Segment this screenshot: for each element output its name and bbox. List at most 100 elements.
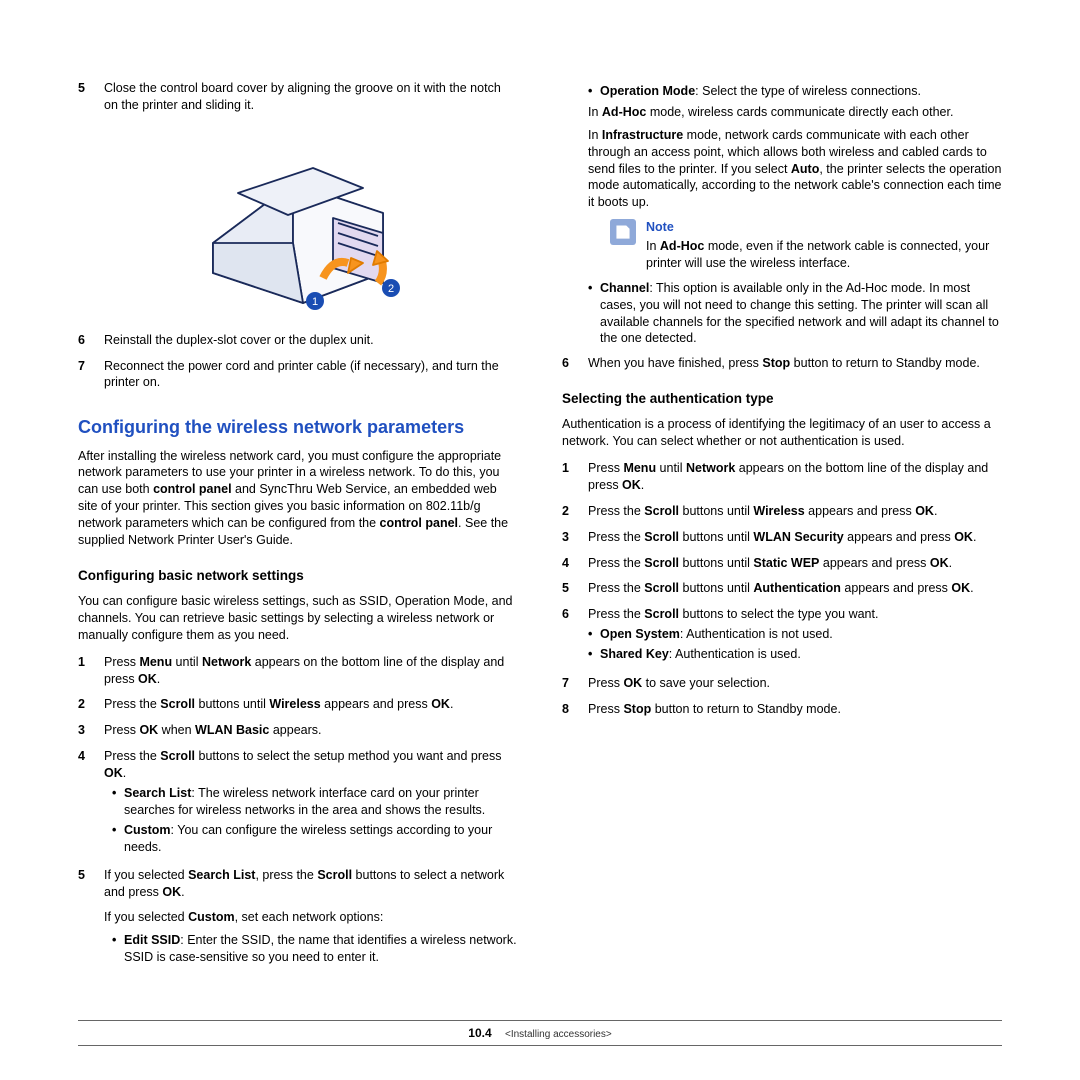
section-intro: After installing the wireless network ca… bbox=[78, 448, 518, 549]
b: Shared Key bbox=[600, 647, 669, 661]
t: buttons to select the type you want. bbox=[679, 607, 878, 621]
bullet-dot-icon: • bbox=[588, 280, 600, 348]
bullet-dot-icon: • bbox=[588, 646, 600, 663]
auth-step-6: 6 Press the Scroll buttons to select the… bbox=[562, 606, 1002, 666]
b: Search List bbox=[124, 786, 191, 800]
step-7: 7 Reconnect the power cord and printer c… bbox=[78, 358, 518, 392]
b: OK bbox=[139, 723, 158, 737]
step-5: 5 Close the control board cover by align… bbox=[78, 80, 518, 114]
bullet-text: Channel: This option is available only i… bbox=[600, 280, 1002, 348]
note-content: Note In Ad-Hoc mode, even if the network… bbox=[646, 219, 1002, 272]
b: Network bbox=[686, 461, 735, 475]
step-number: 6 bbox=[78, 332, 104, 349]
t: If you selected bbox=[104, 910, 188, 924]
basic-step-5: 5 If you selected Search List, press the… bbox=[78, 867, 518, 968]
continued-step5-options: • Operation Mode: Select the type of wir… bbox=[588, 83, 1002, 347]
t: : Select the type of wireless connection… bbox=[695, 84, 921, 98]
b: Wireless bbox=[269, 697, 320, 711]
t: until bbox=[656, 461, 686, 475]
b: Wireless bbox=[753, 504, 804, 518]
b: Infrastructure bbox=[602, 128, 683, 142]
step-number: 4 bbox=[78, 748, 104, 858]
b: Open System bbox=[600, 627, 680, 641]
b: OK bbox=[623, 676, 642, 690]
page-footer: 10.4 <Installing accessories> bbox=[78, 1020, 1002, 1047]
b: Scroll bbox=[317, 868, 352, 882]
t: appears and press bbox=[841, 581, 952, 595]
step-number: 8 bbox=[562, 701, 588, 718]
b: OK bbox=[951, 581, 970, 595]
b: OK bbox=[431, 697, 450, 711]
bullet-edit-ssid: • Edit SSID: Enter the SSID, the name th… bbox=[112, 932, 518, 966]
step-text: Press Menu until Network appears on the … bbox=[588, 460, 1002, 494]
t: Press the bbox=[104, 697, 160, 711]
t: . bbox=[181, 885, 184, 899]
t: . bbox=[970, 581, 973, 595]
b: Search List bbox=[188, 868, 255, 882]
t: Press bbox=[588, 702, 623, 716]
b: OK bbox=[622, 478, 641, 492]
b: OK bbox=[104, 766, 123, 780]
t: , set each network options: bbox=[235, 910, 384, 924]
subheading-basic-network: Configuring basic network settings bbox=[78, 567, 518, 585]
b: Auto bbox=[791, 162, 819, 176]
step-text: Press the Scroll buttons until Wireless … bbox=[588, 503, 1002, 520]
t: . bbox=[973, 530, 976, 544]
bullet-text: Custom: You can configure the wireless s… bbox=[124, 822, 518, 856]
t: Press bbox=[104, 655, 139, 669]
t: Press the bbox=[588, 581, 644, 595]
b: Operation Mode bbox=[600, 84, 695, 98]
t: to save your selection. bbox=[642, 676, 770, 690]
b: Ad-Hoc bbox=[660, 239, 704, 253]
step-number: 3 bbox=[78, 722, 104, 739]
step-text: Press the Scroll buttons until WLAN Secu… bbox=[588, 529, 1002, 546]
step-text: When you have finished, press Stop butto… bbox=[588, 355, 1002, 372]
b: WLAN Security bbox=[753, 530, 843, 544]
t: In bbox=[588, 128, 602, 142]
t: appears and press bbox=[819, 556, 930, 570]
step-text-line2: If you selected Custom, set each network… bbox=[104, 909, 518, 926]
step-text: Close the control board cover by alignin… bbox=[104, 80, 518, 114]
infra-desc: In Infrastructure mode, network cards co… bbox=[588, 127, 1002, 211]
two-column-layout: 5 Close the control board cover by align… bbox=[78, 80, 1002, 978]
b: Scroll bbox=[644, 504, 679, 518]
t: . bbox=[123, 766, 126, 780]
step-6: 6 Reinstall the duplex-slot cover or the… bbox=[78, 332, 518, 349]
b: Scroll bbox=[644, 581, 679, 595]
auth-step-4: 4 Press the Scroll buttons until Static … bbox=[562, 555, 1002, 572]
b: Ad-Hoc bbox=[602, 105, 646, 119]
subheading-auth-type: Selecting the authentication type bbox=[562, 390, 1002, 408]
bullet-shared-key: • Shared Key: Authentication is used. bbox=[588, 646, 1002, 663]
manual-page: 5 Close the control board cover by align… bbox=[0, 0, 1080, 1080]
auth-step-5: 5 Press the Scroll buttons until Authent… bbox=[562, 580, 1002, 597]
bullet-dot-icon: • bbox=[112, 785, 124, 819]
t: when bbox=[158, 723, 195, 737]
bullet-dot-icon: • bbox=[588, 83, 600, 100]
t: . bbox=[450, 697, 453, 711]
bullet-channel: • Channel: This option is available only… bbox=[588, 280, 1002, 348]
step-number: 1 bbox=[562, 460, 588, 494]
right-column: • Operation Mode: Select the type of wir… bbox=[562, 80, 1002, 978]
t: mode, wireless cards communicate directl… bbox=[646, 105, 953, 119]
b: Custom bbox=[124, 823, 171, 837]
t: , press the bbox=[255, 868, 317, 882]
step-number: 6 bbox=[562, 355, 588, 372]
auth-step-8: 8 Press Stop button to return to Standby… bbox=[562, 701, 1002, 718]
basic-step-4: 4 Press the Scroll buttons to select the… bbox=[78, 748, 518, 858]
t: button to return to Standby mode. bbox=[651, 702, 841, 716]
step-number: 3 bbox=[562, 529, 588, 546]
b: Menu bbox=[139, 655, 172, 669]
step-text: Press the Scroll buttons to select the s… bbox=[104, 748, 518, 858]
t: In bbox=[588, 105, 602, 119]
t: : You can configure the wireless setting… bbox=[124, 823, 492, 854]
left-column: 5 Close the control board cover by align… bbox=[78, 80, 518, 978]
step-number: 5 bbox=[78, 867, 104, 968]
t: appears. bbox=[269, 723, 321, 737]
b: Custom bbox=[188, 910, 235, 924]
step-number: 7 bbox=[562, 675, 588, 692]
b: OK bbox=[954, 530, 973, 544]
t: buttons until bbox=[679, 581, 753, 595]
t: buttons to select the setup method you w… bbox=[195, 749, 501, 763]
step-number: 5 bbox=[78, 80, 104, 114]
basic-step-2: 2 Press the Scroll buttons until Wireles… bbox=[78, 696, 518, 713]
